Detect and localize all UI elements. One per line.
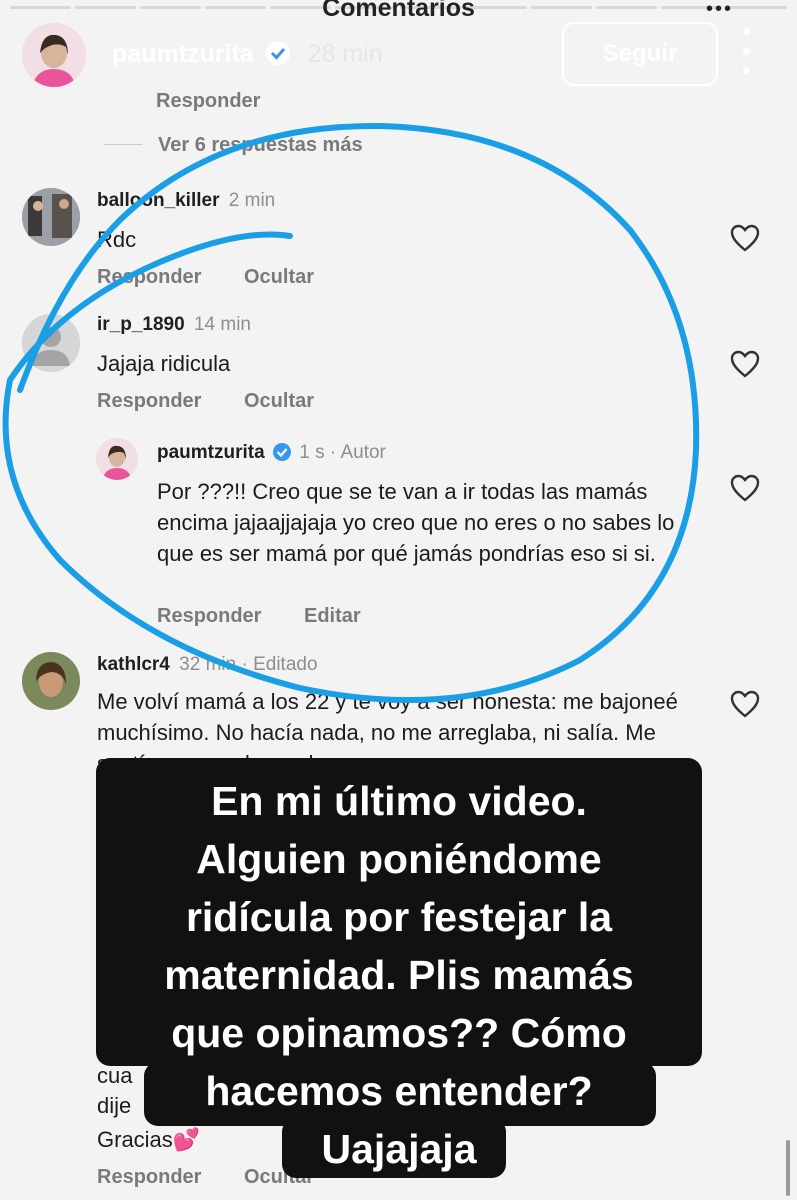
- story-caption-line: Uajajaja: [321, 1126, 477, 1172]
- story-caption-line: que opinamos?? Cómo: [171, 1010, 627, 1056]
- story-caption-line: hacemos entender?: [205, 1068, 593, 1114]
- story-caption-line: maternidad. Plis mamás: [164, 952, 634, 998]
- story-caption-line: ridícula por festejar la: [185, 894, 613, 940]
- story-caption: En mi último video. Alguien poniéndome r…: [96, 772, 702, 1178]
- scrollbar[interactable]: [786, 1140, 790, 1196]
- story-caption-line: Alguien poniéndome: [196, 836, 602, 882]
- story-caption-line: En mi último video.: [211, 778, 587, 824]
